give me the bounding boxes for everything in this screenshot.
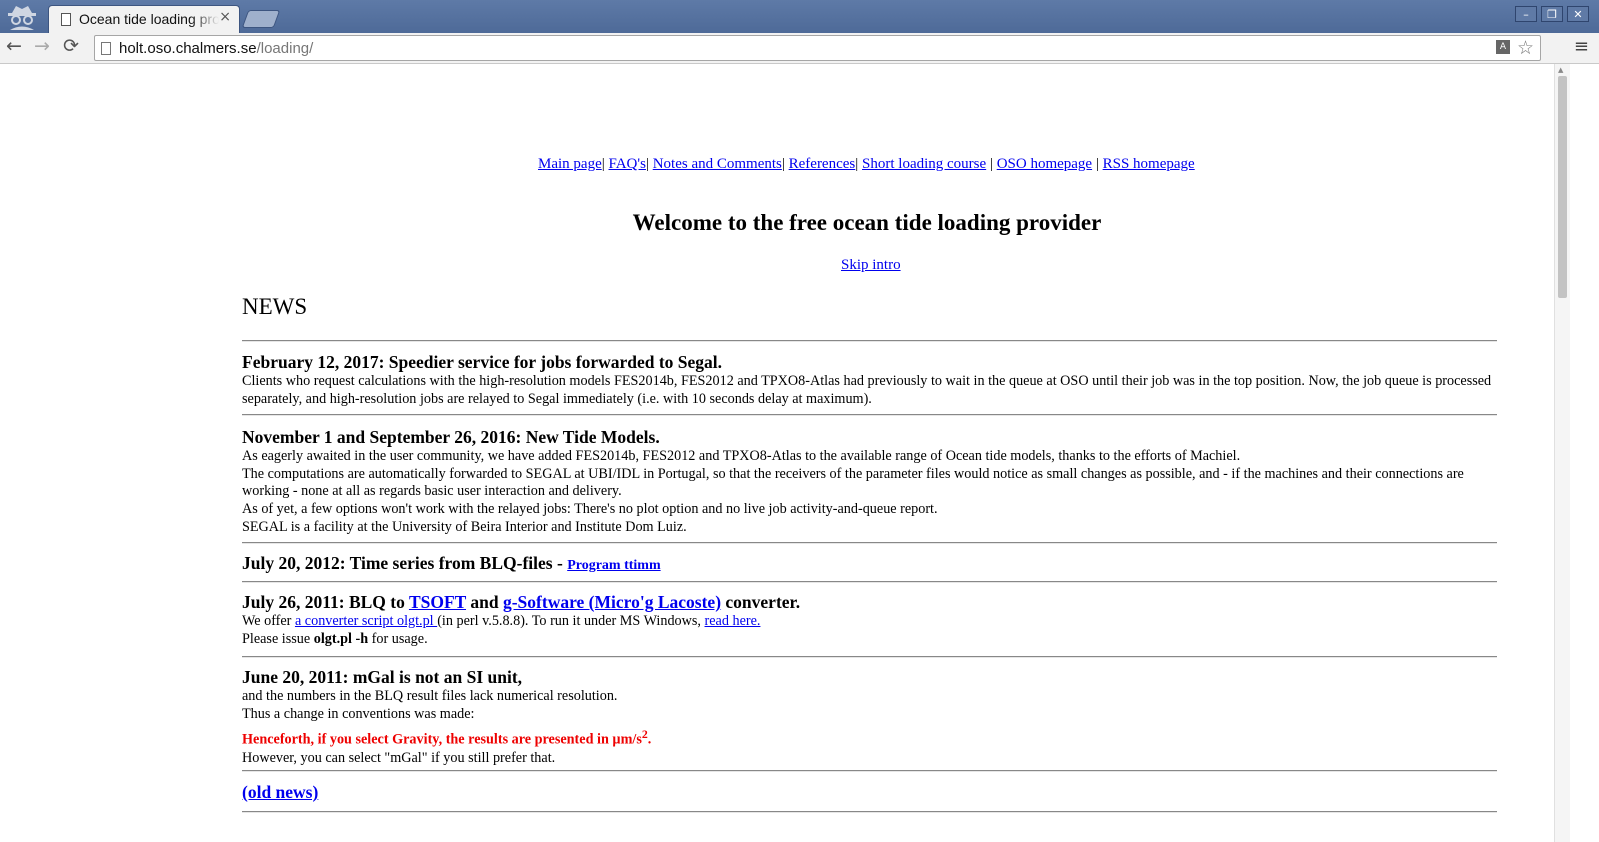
old-news-section: (old news) [242, 781, 1497, 803]
tab-title: Ocean tide loading provider [79, 11, 219, 27]
translate-icon[interactable]: A [1496, 40, 1510, 54]
close-window-button[interactable]: ✕ [1567, 6, 1589, 22]
nav-separator: | [601, 156, 609, 172]
new-tab-button[interactable] [241, 10, 281, 28]
skip-intro-link[interactable]: Skip intro [841, 257, 901, 274]
notice-text: Henceforth, if you select Gravity, the r… [242, 732, 642, 749]
title-text: converter. [721, 592, 801, 612]
g-software-link[interactable]: g-Software (Micro'g Lacoste) [503, 592, 721, 612]
nav-faqs[interactable]: FAQ's [609, 156, 646, 172]
nav-separator: | [986, 156, 997, 172]
body-text: (in perl v.5.8.8). To run it under MS Wi… [437, 613, 705, 629]
nav-short-loading-course[interactable]: Short loading course [862, 156, 986, 172]
title-text: and [466, 592, 503, 612]
news-item-title: November 1 and September 26, 2016: New T… [242, 427, 660, 447]
address-bar[interactable]: holt.oso.chalmers.se/loading/ A ☆ [94, 35, 1541, 61]
page-info-icon[interactable] [101, 42, 111, 55]
news-item-line: Thus a change in conventions was made: [242, 705, 475, 722]
forward-arrow-icon[interactable]: → [34, 35, 50, 57]
news-item-title: February 12, 2017: Speedier service for … [242, 352, 723, 372]
news-item-line: We offer a converter script olgt.pl (in … [242, 613, 1497, 631]
converter-script-link[interactable]: a converter script olgt.pl [295, 613, 437, 629]
nav-main-page[interactable]: Main page [538, 156, 602, 172]
nav-separator: | [855, 156, 863, 172]
nav-separator: | [1092, 156, 1103, 172]
scroll-up-icon[interactable]: ▲ [1558, 66, 1563, 74]
top-navigation: Main page| FAQ's| Notes and Comments| Re… [538, 156, 1195, 173]
news-item-line: As eagerly awaited in the user community… [242, 448, 1241, 464]
news-item-line: As of yet, a few options won't work with… [242, 501, 938, 518]
news-heading: NEWS [242, 294, 308, 319]
news-item-body: Clients who request calculations with th… [242, 373, 1492, 407]
browser-toolbar: ← → ⟳ holt.oso.chalmers.se/loading/ A ☆ … [0, 33, 1599, 64]
read-here-link[interactable]: read here. [705, 613, 761, 629]
tsoft-link[interactable]: TSOFT [409, 592, 466, 612]
nav-separator: | [781, 156, 789, 172]
nav-separator: | [645, 156, 653, 172]
news-item-line: The computations are automatically forwa… [242, 465, 1464, 500]
divider [242, 770, 1497, 772]
news-item-2017: February 12, 2017: Speedier service for … [242, 351, 1497, 408]
page-icon [61, 13, 71, 26]
old-news-heading: (old news) [242, 781, 1497, 803]
browser-tab[interactable]: Ocean tide loading provider × [48, 5, 240, 33]
news-item-line: However, you can select "mGal" if you st… [242, 749, 556, 766]
news-item-line: Please issue olgt.pl -h for usage. [242, 631, 1497, 649]
news-item-title: July 26, 2011: BLQ to TSOFT and g-Softwa… [242, 591, 1497, 613]
news-item-title-text: July 20, 2012: Time series from BLQ-file… [242, 553, 568, 573]
nav-rss-homepage[interactable]: RSS homepage [1103, 156, 1195, 172]
divider [242, 414, 1497, 416]
scrollbar-thumb[interactable] [1558, 76, 1567, 298]
news-item-2011-mgal: June 20, 2011: mGal is not an SI unit, a… [242, 666, 1497, 768]
divider [242, 340, 1497, 342]
nav-oso-homepage[interactable]: OSO homepage [997, 156, 1092, 172]
title-text: July 26, 2011: BLQ to [242, 592, 409, 612]
news-item-title: June 20, 2011: mGal is not an SI unit, [242, 667, 523, 687]
divider [242, 542, 1497, 544]
url-text: holt.oso.chalmers.se/loading/ [119, 40, 314, 57]
news-item-line: SEGAL is a facility at the University of… [242, 518, 687, 535]
body-text: for usage. [371, 630, 428, 647]
vertical-scrollbar[interactable]: ▲ [1554, 64, 1570, 842]
divider [242, 811, 1497, 813]
divider [242, 581, 1497, 583]
back-arrow-icon[interactable]: ← [6, 35, 22, 57]
news-item-2016: November 1 and September 26, 2016: New T… [242, 426, 1497, 537]
bookmark-star-icon[interactable]: ☆ [1517, 37, 1534, 59]
notice-text: . [647, 732, 652, 749]
program-ttimm-link[interactable]: Program ttimm [567, 558, 660, 573]
incognito-icon [8, 6, 36, 30]
old-news-link[interactable]: (old news) [242, 782, 318, 802]
news-item-title: July 20, 2012: Time series from BLQ-file… [242, 552, 1497, 577]
news-item-2012: July 20, 2012: Time series from BLQ-file… [242, 552, 1497, 577]
maximize-button[interactable]: ❐ [1541, 6, 1563, 22]
reload-icon[interactable]: ⟳ [63, 35, 79, 57]
title-bar: Ocean tide loading provider × – ❐ ✕ [0, 0, 1599, 33]
chrome-menu-icon[interactable]: ≡ [1574, 36, 1589, 57]
gravity-units-notice: Henceforth, if you select Gravity, the r… [242, 726, 1497, 749]
command-text: olgt.pl -h [313, 630, 369, 647]
nav-references[interactable]: References [789, 156, 856, 172]
page-title: Welcome to the free ocean tide loading p… [632, 210, 1102, 235]
news-item-2011-blq: July 26, 2011: BLQ to TSOFT and g-Softwa… [242, 591, 1497, 648]
minimize-button[interactable]: – [1515, 6, 1537, 22]
tab-close-icon[interactable]: × [219, 9, 231, 25]
body-text: We offer [242, 613, 295, 629]
news-item-line: and the numbers in the BLQ result files … [242, 688, 618, 704]
divider [242, 656, 1497, 658]
nav-notes-and-comments[interactable]: Notes and Comments [653, 156, 782, 172]
body-text: Please issue [242, 630, 314, 647]
